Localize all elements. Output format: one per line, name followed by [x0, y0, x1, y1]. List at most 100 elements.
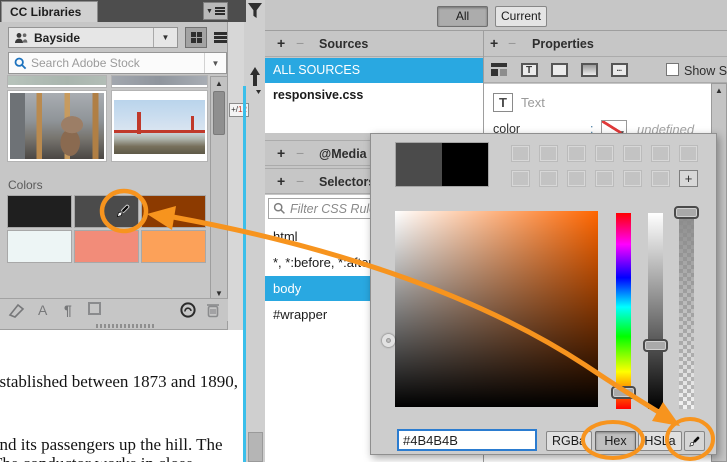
- graphic-icon[interactable]: [8, 302, 25, 318]
- swatch-slot[interactable]: [623, 145, 642, 162]
- add-media-button[interactable]: +: [277, 145, 285, 161]
- thumbnail-image: [8, 76, 106, 85]
- swatch-slot[interactable]: [567, 170, 586, 187]
- paragraph-style-icon[interactable]: ¶: [64, 302, 72, 318]
- lightness-slider[interactable]: [648, 213, 663, 409]
- colors-section-label: Colors: [8, 178, 43, 192]
- swatch-slot[interactable]: [651, 170, 670, 187]
- chevron-down-icon[interactable]: ▼: [204, 53, 226, 73]
- show-set-checkbox[interactable]: [666, 63, 679, 76]
- layer-style-icon[interactable]: [88, 302, 101, 315]
- hue-slider[interactable]: [616, 213, 631, 409]
- asset-thumbnail-cable-car[interactable]: [7, 90, 107, 162]
- funnel-icon[interactable]: [247, 2, 263, 20]
- eyedropper-button[interactable]: [684, 431, 705, 451]
- color-preview: [395, 142, 489, 187]
- live-view-edge-line[interactable]: [243, 86, 246, 462]
- swatch-slot[interactable]: [595, 145, 614, 162]
- border-category-button[interactable]: [548, 61, 570, 78]
- people-icon: [15, 32, 28, 43]
- list-view-button[interactable]: [209, 27, 231, 48]
- alpha-slider-handle[interactable]: [674, 206, 699, 219]
- format-rgba-button[interactable]: RGBa: [546, 431, 592, 451]
- hex-value-input[interactable]: [399, 431, 535, 449]
- swatch-slot[interactable]: [651, 145, 670, 162]
- asset-thumbnail-partial[interactable]: [7, 75, 107, 88]
- swatch-slot[interactable]: [511, 145, 530, 162]
- layout-category-button[interactable]: [488, 61, 510, 78]
- toggle-all-button[interactable]: All: [437, 6, 488, 27]
- format-hex-button[interactable]: Hex: [595, 431, 636, 451]
- properties-title: Properties: [532, 37, 594, 51]
- panel-resize-grip[interactable]: [96, 324, 154, 328]
- saturation-brightness-field[interactable]: [395, 211, 598, 407]
- scroll-up-icon[interactable]: ▲: [712, 84, 726, 98]
- source-item-responsive-css[interactable]: responsive.css: [265, 83, 483, 108]
- swatch-slot[interactable]: [595, 170, 614, 187]
- selectors-title: Selectors: [319, 175, 376, 189]
- text-category-button[interactable]: T: [518, 61, 540, 78]
- tab-cc-libraries[interactable]: CC Libraries: [1, 1, 98, 22]
- ruler-marker[interactable]: +/12: [229, 103, 249, 117]
- add-property-button[interactable]: +: [490, 35, 498, 51]
- grid-view-button[interactable]: [185, 27, 207, 48]
- swatch-slot[interactable]: [539, 170, 558, 187]
- swatch-slot[interactable]: [623, 170, 642, 187]
- more-category-icon: ···: [610, 62, 628, 77]
- panel-menu-button[interactable]: ▼: [203, 2, 228, 20]
- menu-bars-icon: [214, 7, 225, 15]
- library-selector-dropdown[interactable]: Bayside ▼: [8, 27, 178, 48]
- swatch-black[interactable]: [7, 195, 72, 228]
- swatch-off-white[interactable]: [7, 230, 72, 263]
- border-category-icon: [550, 62, 568, 77]
- thumbnail-image: [112, 76, 207, 85]
- swatch-slot[interactable]: [679, 145, 698, 162]
- alpha-slider[interactable]: [679, 209, 694, 409]
- cursor-up-icon[interactable]: [248, 66, 262, 96]
- chevron-down-icon[interactable]: ▼: [153, 28, 177, 47]
- original-color-half: [442, 143, 488, 186]
- hue-slider-handle[interactable]: [611, 386, 636, 399]
- remove-selector-button[interactable]: −: [296, 173, 304, 189]
- eyedropper-icon: [689, 436, 700, 447]
- gutter: [228, 22, 244, 330]
- swatch-slot[interactable]: [567, 145, 586, 162]
- character-style-icon[interactable]: A: [38, 302, 47, 318]
- swatch-salmon[interactable]: [74, 230, 139, 263]
- document-scrollbar-fragment[interactable]: [248, 432, 263, 462]
- remove-source-button[interactable]: −: [296, 35, 304, 51]
- document-text-line: and its passengers up the hill. The: [0, 435, 223, 454]
- cc-panel-scrollbar[interactable]: ▲ ▼: [210, 76, 228, 301]
- text-section-header: T Text: [493, 93, 545, 112]
- background-category-button[interactable]: [578, 61, 600, 78]
- eyedropper-icon[interactable]: [114, 202, 132, 220]
- sources-title: Sources: [319, 37, 369, 51]
- source-item-all-sources[interactable]: ALL SOURCES: [265, 58, 483, 83]
- search-input[interactable]: [31, 56, 204, 70]
- magnifier-icon: [273, 202, 285, 214]
- swatch-slot[interactable]: [539, 145, 558, 162]
- more-category-button[interactable]: ···: [608, 61, 630, 78]
- add-swatch-button[interactable]: +: [679, 170, 698, 187]
- creative-cloud-icon[interactable]: [180, 302, 196, 318]
- background-category-icon: [580, 62, 598, 77]
- swatch-slot[interactable]: [511, 170, 530, 187]
- trash-icon[interactable]: [206, 302, 220, 318]
- add-selector-button[interactable]: +: [277, 173, 285, 189]
- add-source-button[interactable]: +: [277, 35, 285, 51]
- format-hsla-button[interactable]: HSLa: [638, 431, 682, 451]
- asset-thumbnail-golden-gate[interactable]: [111, 90, 208, 162]
- swatch-brown[interactable]: [141, 195, 206, 228]
- sources-list: ALL SOURCES responsive.css: [265, 58, 483, 133]
- asset-thumbnail-partial[interactable]: [111, 75, 208, 88]
- scroll-up-icon[interactable]: ▲: [211, 77, 227, 90]
- current-color-half: [396, 143, 442, 186]
- grid-view-icon: [190, 32, 202, 43]
- color-selector-ring[interactable]: [382, 334, 395, 347]
- swatch-light-orange[interactable]: [141, 230, 206, 263]
- remove-media-button[interactable]: −: [296, 145, 304, 161]
- remove-property-button[interactable]: −: [508, 35, 516, 51]
- scrollbar-thumb[interactable]: [213, 91, 225, 135]
- toggle-current-button[interactable]: Current: [495, 6, 547, 27]
- lightness-slider-handle[interactable]: [643, 339, 668, 352]
